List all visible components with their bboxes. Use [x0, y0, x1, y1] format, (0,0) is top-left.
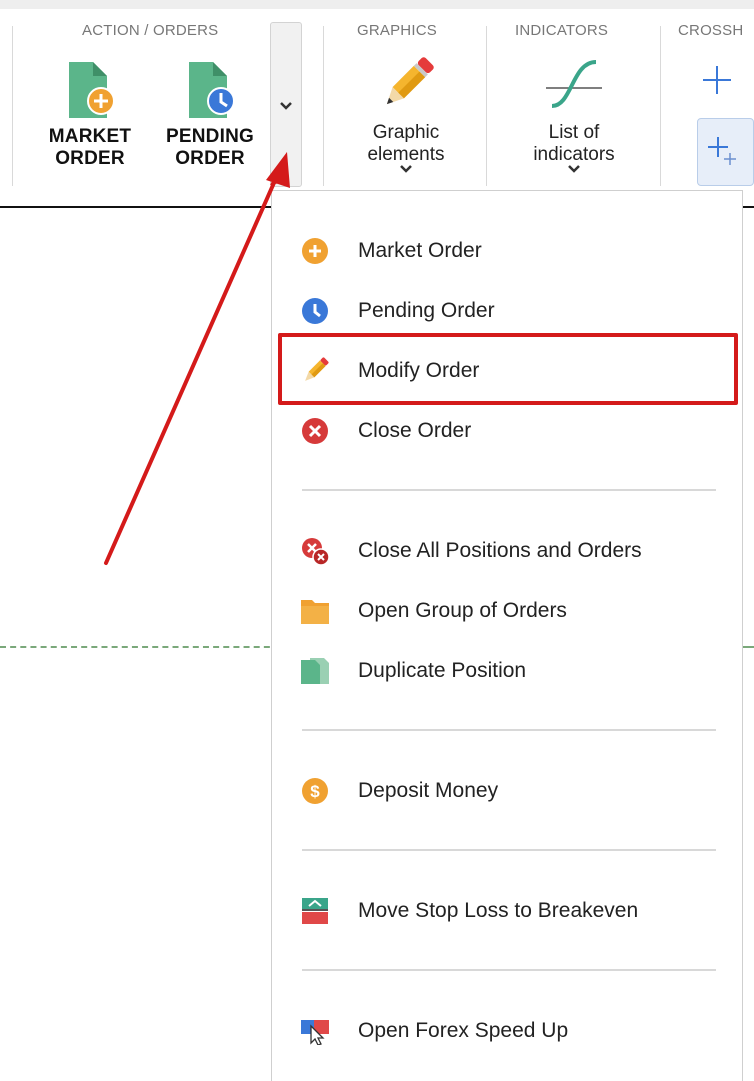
annotation-arrow-icon: [104, 152, 290, 565]
